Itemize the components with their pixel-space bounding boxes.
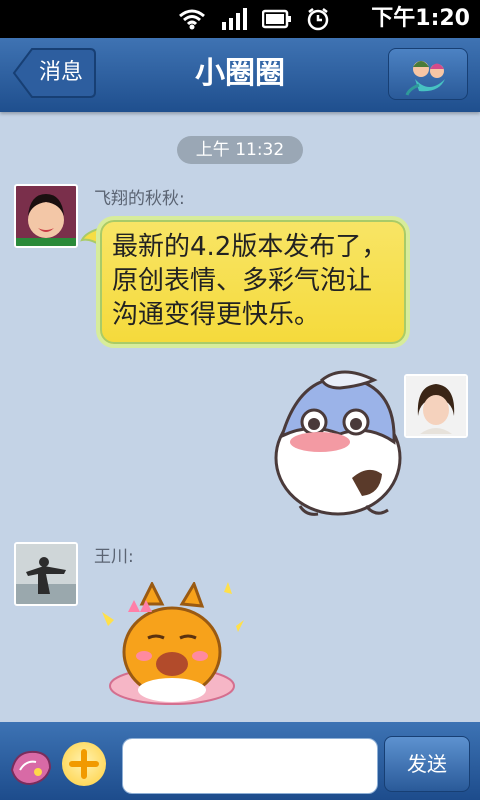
page-title: 小圈圈	[195, 56, 285, 91]
status-icons	[178, 6, 330, 32]
signal-icon	[222, 8, 247, 30]
alarm-icon	[307, 8, 329, 31]
sender-name: 飞翔的秋秋:	[94, 189, 185, 209]
status-time: 下午1:20	[371, 6, 470, 31]
timestamp-pill: 上午 11:32	[177, 136, 303, 164]
battery-icon	[262, 9, 291, 29]
chat-area[interactable]: 上午 11:32 飞翔的秋秋: 最新的4.2版本发布了，原创表情、多彩气泡让沟通…	[0, 112, 480, 722]
woman-avatar-photo	[406, 376, 466, 436]
conch-shell-icon[interactable]	[6, 740, 56, 790]
sender-name: 王川:	[94, 547, 134, 567]
add-attachment-button[interactable]	[62, 742, 106, 786]
group-members-button[interactable]	[388, 48, 468, 100]
avatar-wangchuan[interactable]	[14, 542, 78, 606]
message-input[interactable]	[122, 738, 378, 794]
man-avatar-photo	[16, 544, 76, 604]
status-bar: 下午1:20	[0, 0, 480, 38]
plus-icon	[69, 749, 99, 779]
back-button-label: 消息	[38, 60, 83, 85]
input-bar: 发送	[0, 722, 480, 800]
message-bubble[interactable]: 最新的4.2版本发布了，原创表情、多彩气泡让沟通变得更快乐。	[96, 216, 410, 348]
avatar-self[interactable]	[404, 374, 468, 438]
wifi-icon	[179, 9, 205, 30]
title-bar: 消息 小圈圈	[0, 38, 480, 112]
mermaid-avatars-icon	[405, 61, 445, 96]
dolphin-sticker[interactable]	[270, 366, 404, 518]
girl-avatar-photo	[16, 186, 76, 246]
cat-sticker[interactable]	[98, 582, 248, 712]
send-button[interactable]: 发送	[384, 736, 470, 792]
avatar-feixiang[interactable]	[14, 184, 78, 248]
back-button[interactable]: 消息	[12, 48, 96, 98]
message-text: 最新的4.2版本发布了，原创表情、多彩气泡让沟通变得更快乐。	[112, 232, 388, 330]
